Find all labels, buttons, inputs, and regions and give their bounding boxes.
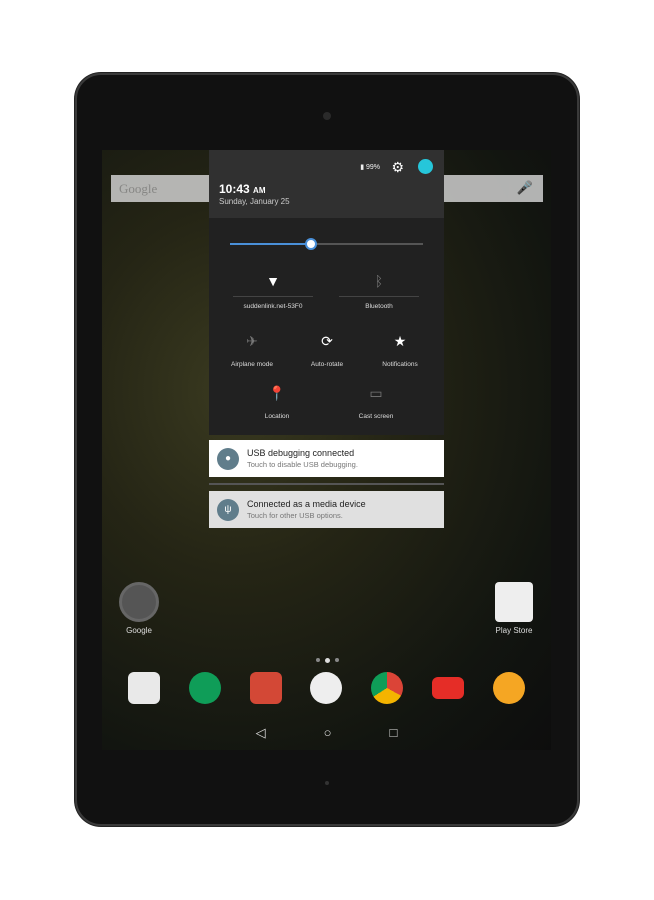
brightness-slider[interactable] — [230, 238, 423, 250]
quick-settings-tiles: ▼ suddenlink.net-53F0 ᛒ Bluetooth ✈ Airplan… — [209, 218, 444, 435]
navigation-bar: ◁ ○ □ — [102, 725, 551, 741]
star-icon: ★ — [393, 333, 407, 349]
app-label: Play Store — [495, 626, 533, 635]
home-icon[interactable]: ○ — [324, 725, 332, 741]
wifi-icon: ▼ — [266, 273, 280, 289]
dock — [102, 672, 551, 704]
play-store-icon — [495, 582, 533, 622]
screen: Google 🎤 Google Play Store ◁ ○ □ ▮ 99% ⚙… — [102, 150, 551, 750]
back-icon[interactable]: ◁ — [256, 725, 266, 741]
notification-usb-debugging[interactable]: ● USB debugging connected Touch to disabl… — [209, 440, 444, 477]
front-camera — [323, 112, 331, 120]
tile-notifications[interactable]: ★ Notifications — [360, 333, 440, 368]
tile-label: Airplane mode — [231, 361, 273, 368]
search-placeholder: Google — [119, 181, 158, 196]
chrome-icon[interactable] — [371, 672, 404, 704]
app-label: Google — [126, 626, 152, 635]
notification-media-device[interactable]: ψ Connected as a media device Touch for o… — [209, 491, 444, 528]
notification-subtitle: Touch for other USB options. — [247, 511, 343, 520]
user-avatar-icon[interactable] — [418, 159, 433, 174]
hangouts-icon[interactable] — [189, 672, 222, 704]
location-icon: 📍 — [268, 385, 286, 401]
android-icon: ● — [217, 447, 239, 470]
tile-label: Cast screen — [358, 413, 394, 420]
app-play-store[interactable]: Play Store — [484, 582, 544, 635]
tile-cast-screen[interactable]: ▭ Cast screen — [336, 385, 416, 420]
page-indicator — [316, 657, 339, 663]
divider — [209, 483, 444, 485]
battery-indicator: ▮ 99% — [360, 164, 380, 171]
tile-wifi[interactable]: ▼ suddenlink.net-53F0 — [233, 273, 313, 310]
mic-icon[interactable]: 🎤 — [517, 180, 533, 196]
app-drawer-icon[interactable] — [310, 672, 343, 704]
youtube-icon[interactable] — [431, 677, 464, 699]
play-music-icon[interactable] — [492, 672, 525, 704]
google-search-bar[interactable]: Google — [111, 175, 209, 202]
battery-percent: 99% — [365, 164, 380, 171]
app-google-folder[interactable]: Google — [109, 582, 169, 635]
notification-subtitle: Touch to disable USB debugging. — [247, 460, 358, 469]
clock: 10:43 AM — [219, 182, 266, 196]
tile-label: Notifications — [382, 361, 418, 368]
bluetooth-off-icon: ᛒ — [374, 273, 384, 289]
speaker-dot — [325, 781, 329, 785]
cast-icon: ▭ — [369, 385, 383, 401]
quick-settings-panel: ▮ 99% ⚙ 10:43 AM Sunday, January 25 ▼ sud… — [209, 150, 444, 435]
brightness-thumb[interactable] — [305, 238, 318, 250]
time: 10:43 — [219, 182, 250, 196]
tile-auto-rotate[interactable]: ⟳ Auto-rotate — [287, 333, 367, 368]
tile-label: suddenlink.net-53F0 — [243, 303, 303, 310]
tile-label: Location — [264, 413, 290, 420]
airplane-icon: ✈ — [246, 333, 258, 349]
date: Sunday, January 25 — [219, 197, 290, 206]
ampm: AM — [253, 186, 266, 195]
notification-title: USB debugging connected — [247, 448, 355, 458]
tile-airplane[interactable]: ✈ Airplane mode — [212, 333, 292, 368]
tile-bluetooth[interactable]: ᛒ Bluetooth — [339, 273, 419, 310]
tile-label: Bluetooth — [365, 303, 393, 310]
recents-icon[interactable]: □ — [390, 725, 398, 741]
gmail-icon[interactable] — [128, 672, 161, 704]
tile-location[interactable]: 📍 Location — [237, 385, 317, 420]
notification-title: Connected as a media device — [247, 499, 366, 509]
search-bar-right[interactable]: 🎤 — [444, 175, 543, 202]
rotate-icon: ⟳ — [321, 333, 333, 349]
status-header: ▮ 99% ⚙ 10:43 AM Sunday, January 25 — [209, 150, 444, 218]
folder-icon — [119, 582, 159, 622]
settings-gear-icon[interactable]: ⚙ — [391, 159, 404, 176]
tile-label: Auto-rotate — [310, 361, 344, 368]
usb-icon: ψ — [217, 498, 239, 521]
google-plus-icon[interactable] — [249, 672, 282, 704]
